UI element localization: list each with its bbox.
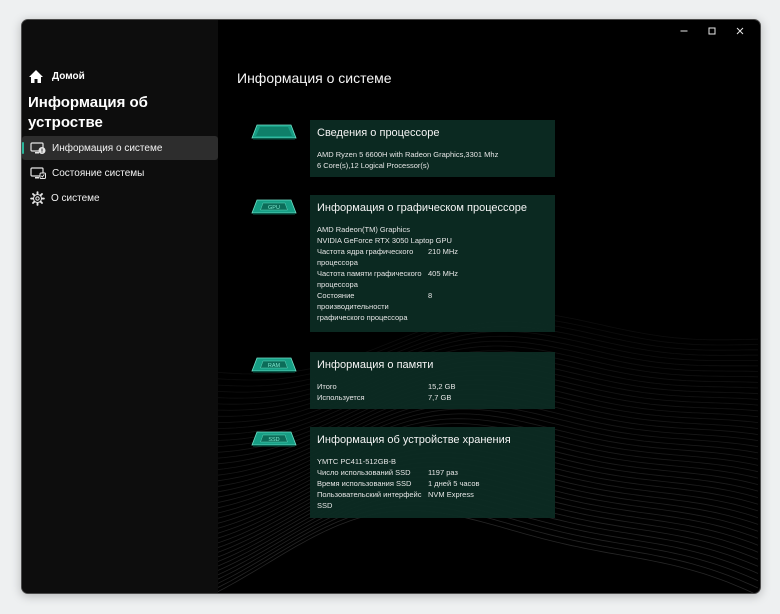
ssd-interface-row: Пользовательский интерфейс SSD NVM Expre… <box>317 489 548 511</box>
gpu-name-2: NVIDIA GeForce RTX 3050 Laptop GPU <box>317 236 452 245</box>
system-info-icon <box>30 141 46 155</box>
home-label: Домой <box>52 71 85 82</box>
row-value: 7,7 GB <box>428 393 452 402</box>
memory-total-row: Итого 15,2 GB <box>317 381 548 392</box>
memory-card-title: Информация о памяти <box>317 359 434 371</box>
app-window: Домой Информация об устростве Информация… <box>21 19 761 594</box>
gpu-memory-clock-row: Частота памяти графического процессора 4… <box>317 268 548 290</box>
row-key: Число использований SSD <box>317 468 411 477</box>
row-key: Используется <box>317 393 365 402</box>
ssd-chip-icon: SSD <box>251 431 297 447</box>
cpu-info-card: Сведения о процессоре AMD Ryzen 5 6600H … <box>310 120 555 177</box>
row-value: 8 <box>428 291 433 300</box>
row-value: 1 дней 5 часов <box>428 479 480 488</box>
row-value: 15,2 GB <box>428 382 456 391</box>
storage-info-card: Информация об устройстве хранения YMTC P… <box>310 427 555 518</box>
gpu-info-card: Информация о графическом процессоре AMD … <box>310 195 555 332</box>
row-key: Время использования SSD <box>317 479 412 488</box>
gpu-chip-label: GPU <box>268 205 280 211</box>
window-controls <box>670 22 754 40</box>
row-key: Пользовательский интерфейс SSD <box>317 490 422 510</box>
row-key: Итого <box>317 382 337 391</box>
ssd-usage-count-row: Число использований SSD 1197 раз <box>317 467 548 478</box>
row-value: 1197 раз <box>428 468 458 477</box>
close-button[interactable] <box>726 22 754 40</box>
row-key: Состояние производительности графическог… <box>317 291 408 322</box>
cpu-model: AMD Ryzen 5 6600H with Radeon Graphics,3… <box>317 150 499 159</box>
row-key: Частота памяти графического процессора <box>317 269 422 289</box>
row-value: 405 MHz <box>428 269 459 278</box>
sidebar-item-label: Информация о системе <box>52 142 163 154</box>
ram-chip-label: RAM <box>268 363 281 369</box>
ssd-chip-label: SSD <box>268 437 279 443</box>
sidebar-item-label: О системе <box>51 192 100 204</box>
sidebar-item-system-status[interactable]: Состояние системы <box>22 161 218 185</box>
gpu-card-title: Информация о графическом процессоре <box>317 202 528 214</box>
cpu-chip-icon <box>251 124 297 140</box>
row-value: NVM Express <box>428 490 474 499</box>
row-key: Частота ядра графического процессора <box>317 247 414 267</box>
gpu-core-clock-row: Частота ядра графического процессора 210… <box>317 246 548 268</box>
minimize-button[interactable] <box>670 22 698 40</box>
memory-info-card: Информация о памяти Итого 15,2 GB Исполь… <box>310 352 555 409</box>
sidebar-heading: Информация об устростве <box>28 94 148 131</box>
maximize-button[interactable] <box>698 22 726 40</box>
ssd-model: YMTC PC411-512GB-B <box>317 457 397 466</box>
sidebar-item-label: Состояние системы <box>52 167 145 179</box>
storage-card-title: Информация об устройстве хранения <box>317 434 511 446</box>
gpu-perf-state-row: Состояние производительности графическог… <box>317 290 548 323</box>
cpu-card-title: Сведения о процессоре <box>317 127 440 139</box>
sidebar-item-about[interactable]: О системе <box>22 186 218 210</box>
sidebar-nav: Информация о системе Состояние системы О… <box>22 136 218 211</box>
home-icon <box>28 69 44 84</box>
sidebar: Домой Информация об устростве Информация… <box>22 20 218 593</box>
sidebar-item-system-info[interactable]: Информация о системе <box>22 136 218 160</box>
main-content: Информация о системе Сведения о процессо… <box>218 20 760 593</box>
ssd-usage-time-row: Время использования SSD 1 дней 5 часов <box>317 478 548 489</box>
row-value: 210 MHz <box>428 247 459 256</box>
ram-chip-icon: RAM <box>251 357 297 373</box>
gpu-chip-icon: GPU <box>251 199 297 215</box>
gpu-name-1: AMD Radeon(TM) Graphics <box>317 225 410 234</box>
cpu-cores: 6 Core(s),12 Logical Processor(s) <box>317 161 430 170</box>
page-title: Информация о системе <box>237 70 392 86</box>
gear-icon <box>30 190 45 206</box>
system-status-icon <box>30 166 46 180</box>
home-button[interactable]: Домой <box>28 69 85 84</box>
memory-used-row: Используется 7,7 GB <box>317 392 548 403</box>
